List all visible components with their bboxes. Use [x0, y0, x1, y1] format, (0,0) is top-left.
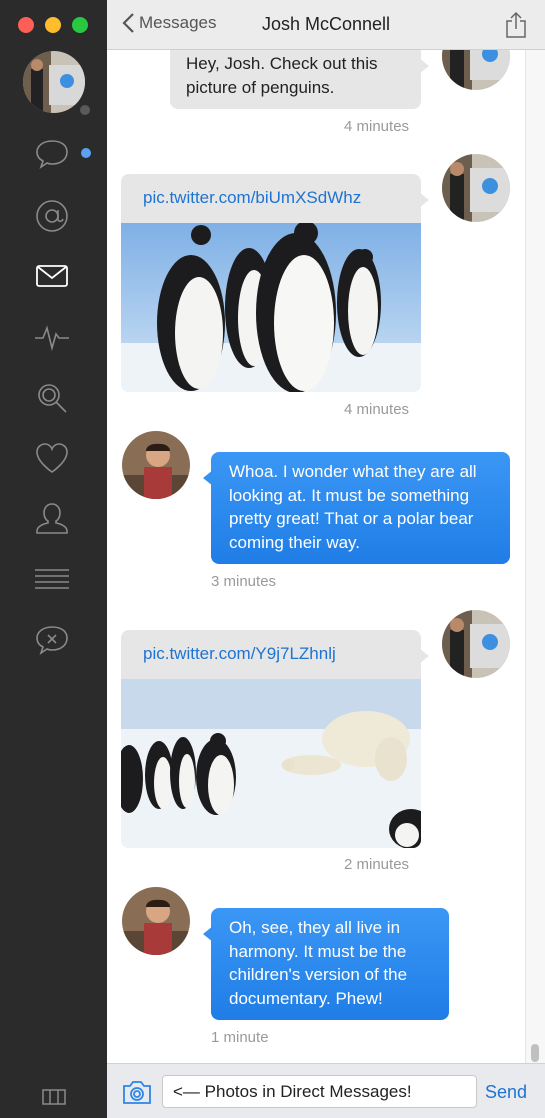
envelope-icon[interactable] [31, 255, 73, 297]
chat-bubble-icon[interactable] [31, 133, 73, 175]
polar-bear-penguins-photo[interactable] [121, 679, 421, 848]
scrollbar-thumb[interactable] [531, 1044, 539, 1062]
timestamp: 2 minutes [344, 856, 410, 873]
user-icon[interactable] [31, 498, 73, 540]
message-text: Hey, Josh. Check out this picture of pen… [186, 54, 378, 97]
send-button[interactable]: Send [485, 1082, 527, 1103]
avatar[interactable] [442, 154, 510, 222]
message-bubble-outgoing[interactable]: Hey, Josh. Check out this picture of pen… [170, 50, 429, 109]
tweet-link[interactable]: pic.twitter.com/biUmXSdWhz [143, 188, 361, 207]
timestamp: 1 minute [211, 1029, 269, 1046]
avatar[interactable] [122, 887, 190, 955]
at-sign-icon[interactable] [31, 195, 73, 237]
message-composer: Send [107, 1063, 545, 1118]
sidebar [0, 0, 107, 1118]
muted-chat-icon[interactable] [31, 619, 73, 661]
presence-dot [80, 105, 90, 115]
avatar[interactable] [122, 431, 190, 499]
camera-icon[interactable] [121, 1078, 153, 1106]
message-bubble-incoming[interactable]: Oh, see, they all live in harmony. It mu… [203, 908, 449, 1020]
search-icon[interactable] [31, 377, 73, 419]
scrollbar-track[interactable] [525, 50, 545, 1063]
heart-icon[interactable] [31, 437, 73, 479]
avatar[interactable] [442, 610, 510, 678]
list-icon[interactable] [31, 558, 73, 600]
message-list[interactable]: Hey, Josh. Check out this picture of pen… [107, 50, 525, 1063]
message-bubble-incoming[interactable]: Whoa. I wonder what they are all looking… [203, 452, 510, 564]
share-icon[interactable] [505, 11, 527, 39]
zoom-window-button[interactable] [72, 17, 88, 33]
message-input[interactable] [162, 1075, 477, 1108]
timestamp: 3 minutes [211, 573, 277, 590]
columns-icon[interactable] [42, 1088, 66, 1108]
avatar[interactable] [442, 50, 510, 90]
conversation-header: Messages Josh McConnell [107, 0, 545, 50]
unread-badge [81, 148, 91, 158]
timestamp: 4 minutes [344, 118, 410, 135]
account-avatar[interactable] [23, 51, 85, 113]
minimize-window-button[interactable] [45, 17, 61, 33]
close-window-button[interactable] [18, 17, 34, 33]
activity-icon[interactable] [31, 316, 73, 358]
page-title: Josh McConnell [261, 14, 391, 34]
timestamp: 4 minutes [344, 401, 410, 418]
message-text: Whoa. I wonder what they are all looking… [229, 462, 477, 552]
message-text: Oh, see, they all live in harmony. It mu… [229, 918, 408, 1008]
tweet-link[interactable]: pic.twitter.com/Y9j7LZhnlj [143, 644, 336, 663]
penguins-photo[interactable] [121, 223, 421, 392]
